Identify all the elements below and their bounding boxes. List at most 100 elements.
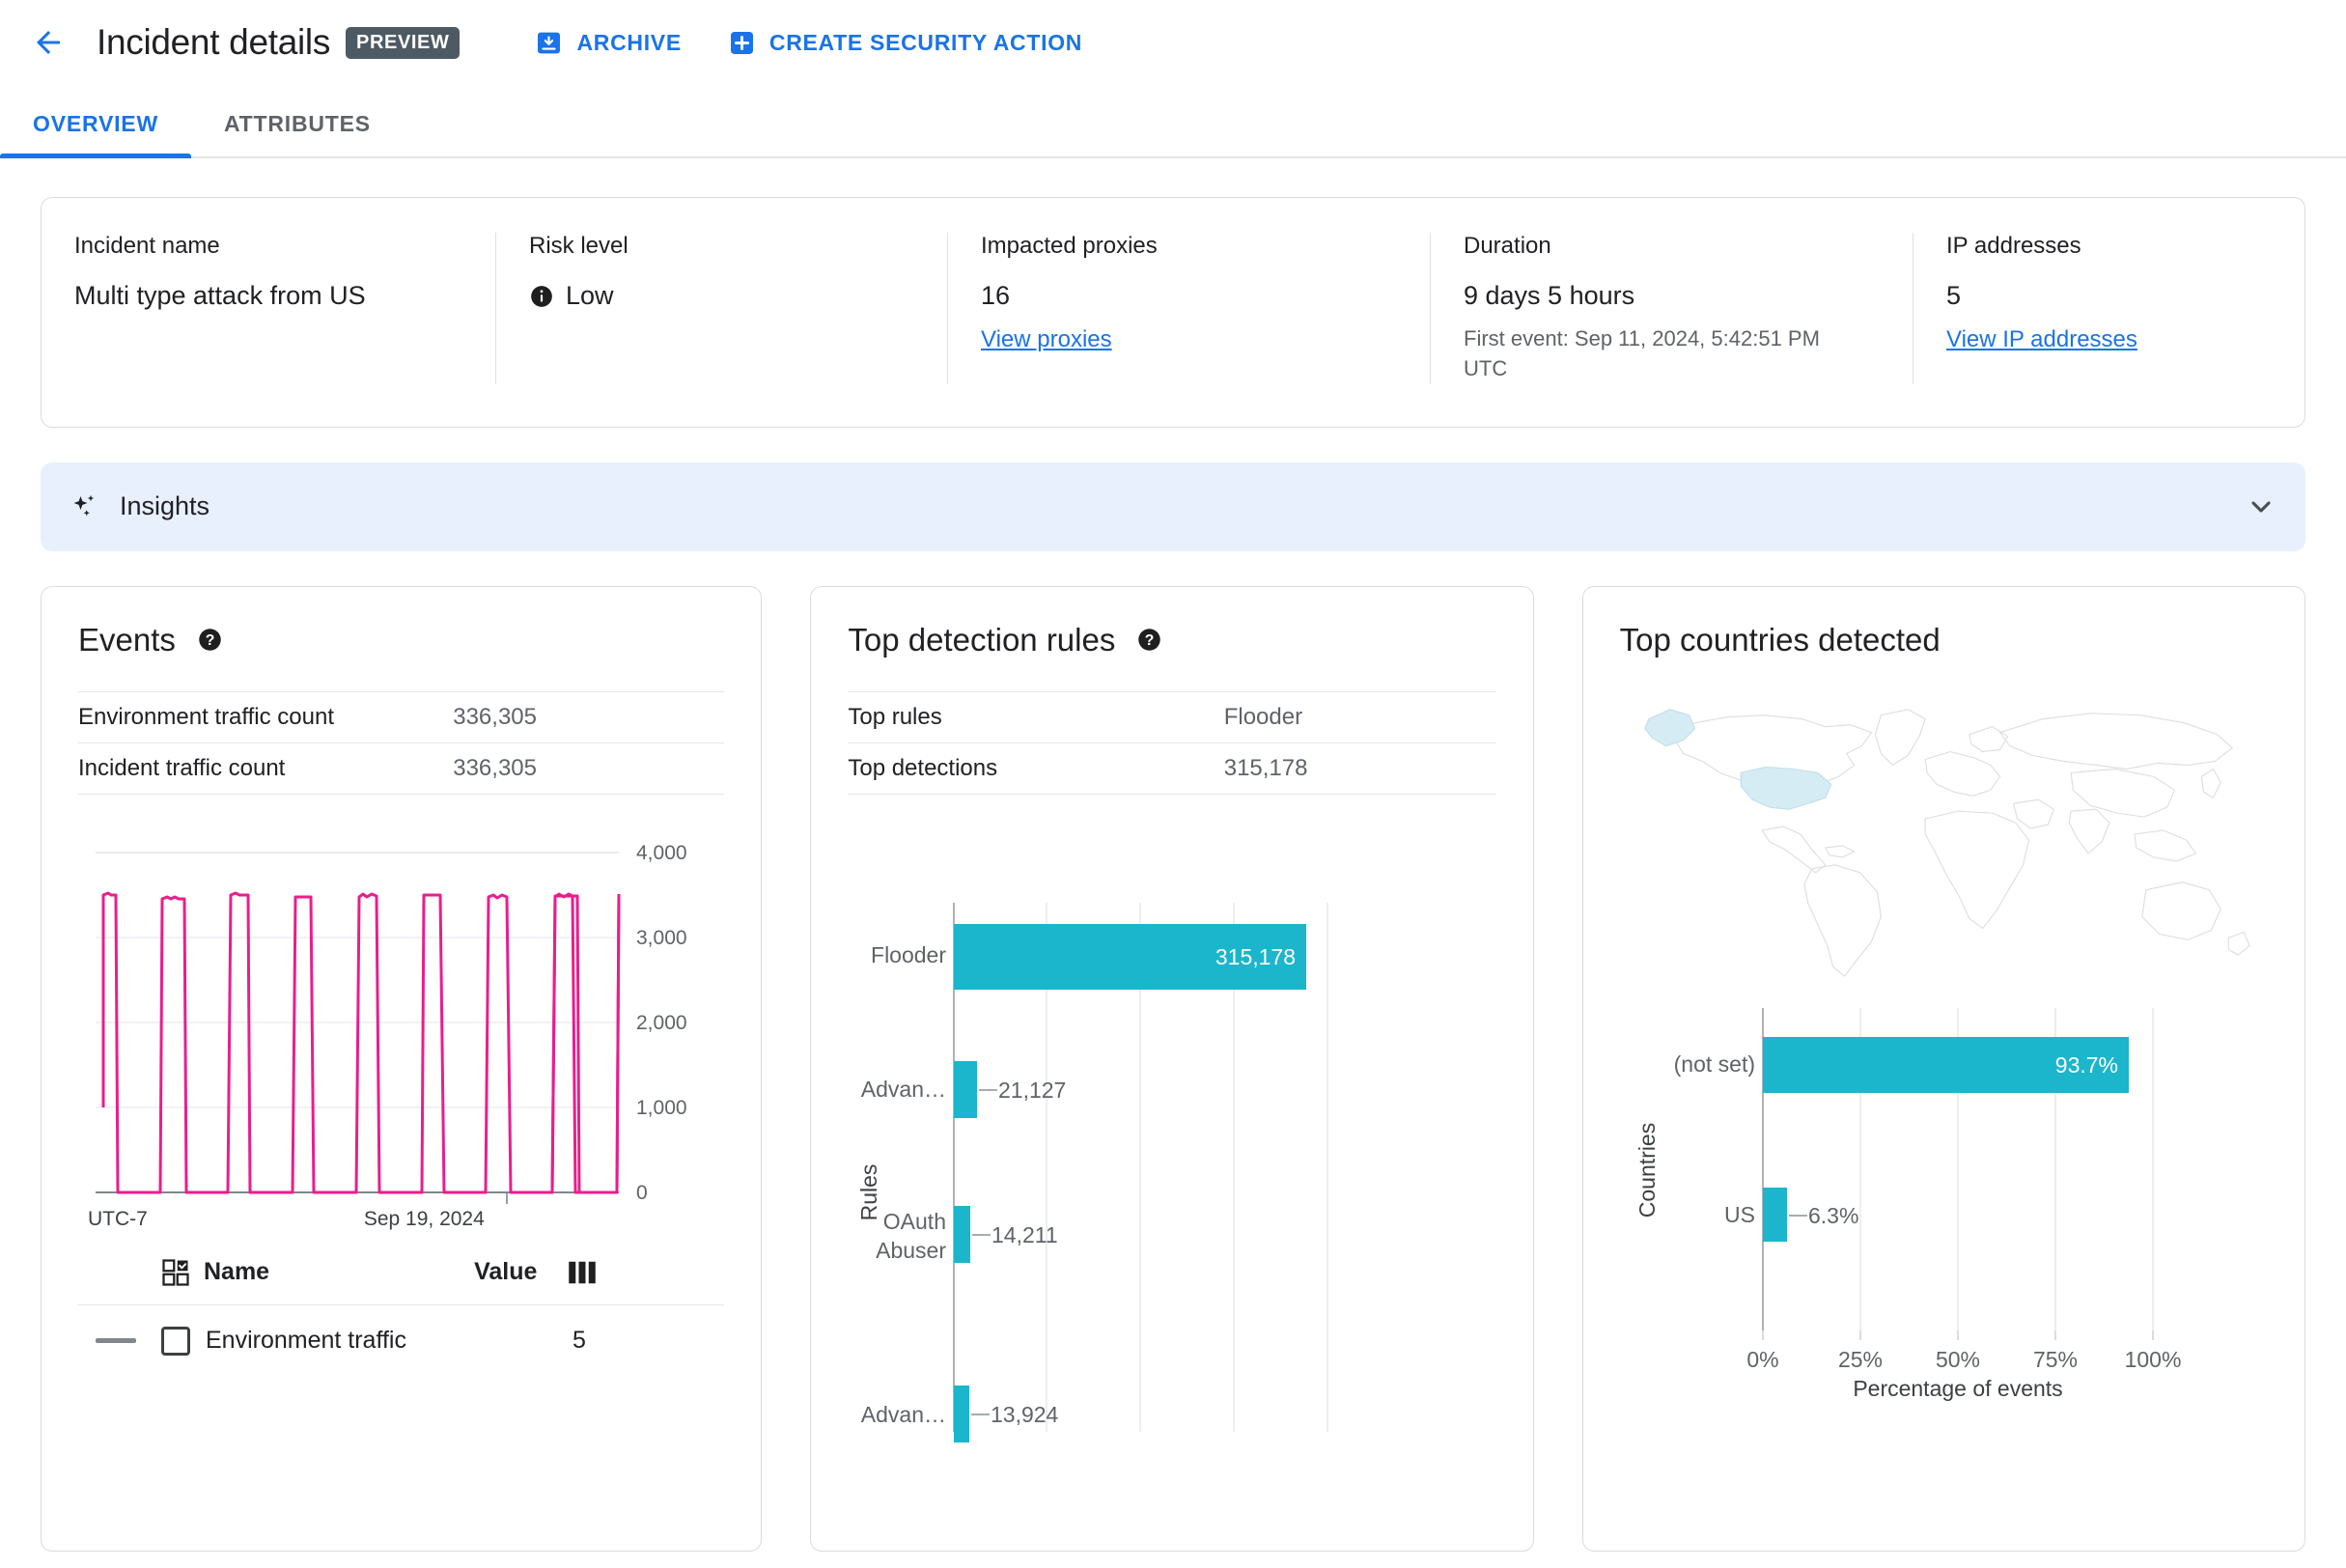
preview-badge: PREVIEW [346, 26, 461, 59]
create-security-action-button[interactable]: CREATE SECURITY ACTION [728, 29, 1082, 57]
europe-shape [1924, 750, 2000, 797]
top-detection-rules-panel: Top detection rules ? Top rules Flooder … [810, 585, 1534, 1552]
columns-icon[interactable] [568, 1260, 597, 1285]
ip-addresses-value: 5 [1946, 281, 1962, 310]
y-tick-label: 0 [636, 1182, 648, 1204]
legend-series-value: 5 [572, 1327, 586, 1355]
caribbean-shape [1824, 844, 1855, 858]
japan-shape [2200, 768, 2221, 798]
stat-key: Environment traffic count [78, 703, 335, 730]
countries-bar-chart-svg: (not set) 93.7% US 6.3% 0% 25% 50% 75% 1… [1634, 1007, 2181, 1401]
info-icon [531, 285, 552, 307]
summary-impacted-proxies: Impacted proxies 16 View proxies [947, 233, 1430, 384]
page-title: Incident details [97, 22, 331, 62]
countries-title: Top countries detected [1619, 621, 1941, 658]
stat-key: Top detections [848, 754, 998, 781]
archive-button[interactable]: ARCHIVE [535, 29, 681, 57]
table-row: Top detections 315,178 [848, 742, 1496, 795]
help-icon[interactable]: ? [1136, 627, 1162, 653]
bar-value-label: 93.7% [2054, 1052, 2117, 1078]
x-tick-label: 0% [1746, 1347, 1778, 1372]
rules-bar-chart-svg: Flooder 315,178 Advan… 21,127 OAuth Abus… [856, 902, 1329, 1442]
new-zealand-shape [2227, 931, 2250, 956]
list-item[interactable]: Environment traffic 5 [78, 1305, 724, 1356]
svg-text:?: ? [1145, 632, 1155, 649]
stat-value: 315,178 [1223, 754, 1308, 781]
ip-addresses-label: IP addresses [1946, 233, 2081, 259]
south-america-shape [1802, 863, 1882, 977]
bar-category-label: Abuser [876, 1238, 946, 1263]
rules-stats-table: Top rules Flooder Top detections 315,178 [848, 691, 1496, 795]
mexico-shape [1761, 826, 1826, 873]
rules-title: Top detection rules [848, 621, 1116, 658]
tab-overview[interactable]: OVERVIEW [0, 111, 191, 158]
summary-incident-name: Incident name Multi type attack from US [42, 233, 495, 384]
india-shape [2068, 808, 2110, 854]
bar-category-label: Advan… [861, 1077, 946, 1102]
x-tick-label: UTC-7 [88, 1207, 148, 1230]
bar-category-label: OAuth [883, 1209, 946, 1234]
africa-shape [1924, 810, 2029, 929]
insights-left: Insights [70, 491, 209, 521]
legend-value-header: Value [474, 1258, 538, 1286]
x-tick-label: Sep 19, 2024 [363, 1207, 485, 1230]
usa-highlight[interactable] [1740, 766, 1832, 810]
legend-checkbox[interactable] [161, 1326, 190, 1356]
bar-value-label: 6.3% [1808, 1203, 1858, 1228]
stat-value: 336,305 [453, 703, 537, 730]
middle-east-shape [2012, 798, 2054, 829]
bar-category-label: Flooder [871, 942, 946, 967]
insights-banner[interactable]: Insights [41, 462, 2305, 551]
bar-category-label: Advan… [861, 1402, 946, 1427]
x-tick-label: 50% [1936, 1347, 1980, 1372]
summary-ip-addresses: IP addresses 5 View IP addresses [1913, 233, 2318, 384]
stat-key: Top rules [848, 703, 942, 730]
australia-shape [2140, 881, 2221, 940]
table-row: Environment traffic count 336,305 [78, 691, 725, 742]
bar-us[interactable] [1762, 1187, 1787, 1242]
select-all-icon[interactable] [161, 1258, 190, 1287]
indonesia-shape [2133, 829, 2196, 861]
bar-oauth-abuser[interactable] [954, 1205, 971, 1263]
chevron-down-icon[interactable] [2246, 491, 2276, 522]
y-axis-title: Rules [856, 1163, 881, 1220]
events-title-row: Events ? [78, 622, 724, 658]
sparkle-icon [73, 494, 95, 517]
events-line-chart: 4,000 3,000 2,000 1,000 0 UTC-7 Sep 19, … [78, 839, 724, 1230]
incident-summary-card: Incident name Multi type attack from US … [41, 197, 2305, 428]
duration-first-event: First event: Sep 11, 2024, 5:42:51 PM UT… [1464, 326, 1820, 380]
bar-advanced-1[interactable] [954, 1060, 978, 1118]
back-button[interactable] [21, 15, 75, 70]
tab-attributes[interactable]: ATTRIBUTES [191, 111, 404, 156]
y-tick-label: 4,000 [636, 842, 687, 864]
bar-advanced-2[interactable] [954, 1385, 970, 1442]
world-map[interactable] [1620, 676, 2268, 994]
stat-value: 336,305 [453, 754, 537, 781]
view-ip-addresses-link[interactable]: View IP addresses [1946, 326, 2137, 353]
events-title: Events [78, 621, 176, 658]
svg-text:?: ? [206, 632, 215, 649]
incident-name-label: Incident name [74, 233, 220, 259]
help-icon[interactable]: ? [197, 627, 223, 653]
table-row: Top rules Flooder [848, 691, 1496, 742]
table-row: Incident traffic count 336,305 [78, 742, 725, 795]
bar-value-label: 315,178 [1215, 944, 1296, 969]
duration-value: 9 days 5 hours [1464, 281, 1635, 310]
tab-bar: OVERVIEW ATTRIBUTES [0, 85, 2346, 158]
risk-level-text: Low [566, 281, 614, 310]
legend-series-name: Environment traffic [206, 1327, 406, 1355]
russia-shape [1998, 712, 2233, 770]
bar-category-label: (not set) [1673, 1051, 1754, 1077]
events-legend-header: Name Value [78, 1258, 724, 1304]
view-proxies-link[interactable]: View proxies [981, 326, 1112, 353]
summary-risk-level: Risk level Low [495, 233, 947, 384]
legend-color-swatch [96, 1338, 136, 1344]
bar-value-label: 21,127 [998, 1078, 1066, 1103]
bar-value-label: 14,211 [991, 1222, 1058, 1247]
alaska-highlight[interactable] [1643, 708, 1695, 746]
stat-value: Flooder [1223, 703, 1303, 730]
events-x-axis-labels: UTC-7 Sep 19, 2024 [78, 1208, 724, 1231]
x-tick-label: 25% [1838, 1347, 1883, 1372]
duration-label: Duration [1464, 233, 1551, 259]
create-security-action-label: CREATE SECURITY ACTION [768, 29, 1083, 55]
